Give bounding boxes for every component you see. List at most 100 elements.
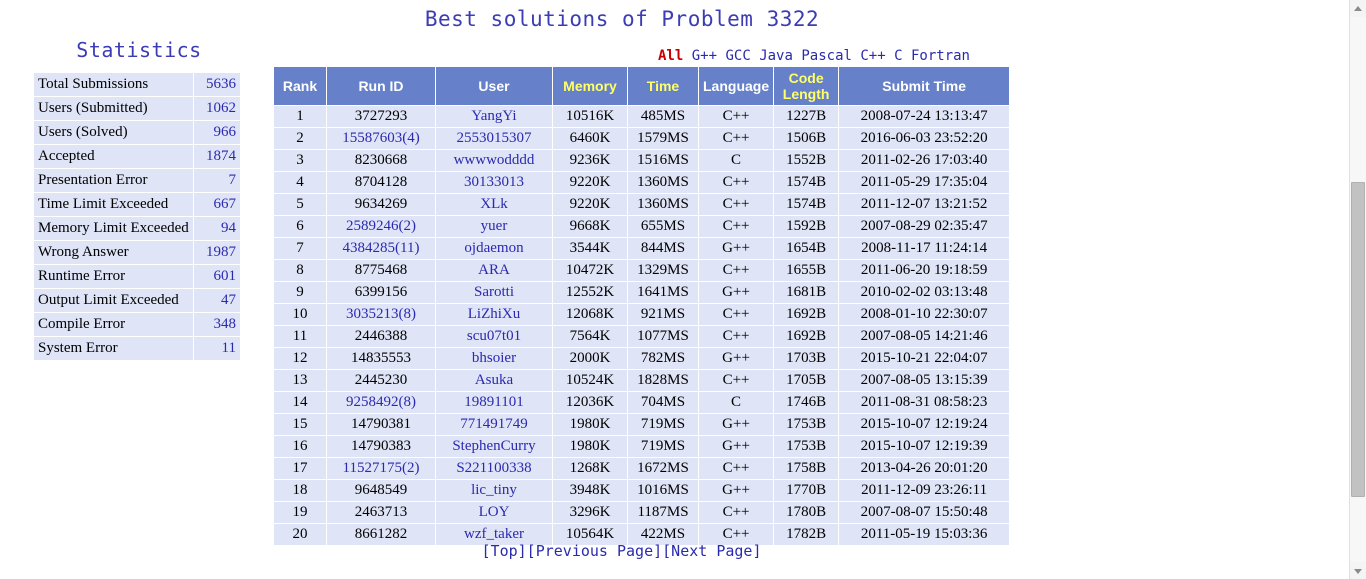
footer-link-previous-page[interactable]: [Previous Page] [527, 542, 662, 560]
column-header-rank[interactable]: Rank [274, 67, 326, 105]
user-link[interactable]: LOY [479, 504, 510, 520]
cell-user[interactable]: 30133013 [436, 172, 552, 193]
statistics-label: Wrong Answer [33, 240, 194, 265]
user-link[interactable]: StephenCurry [452, 438, 535, 454]
user-link[interactable]: 2553015307 [457, 130, 532, 146]
user-link[interactable]: 771491749 [460, 416, 528, 432]
user-link[interactable]: 19891101 [464, 394, 523, 410]
column-header-code-length[interactable]: Code Length [774, 67, 839, 105]
cell-user[interactable]: yuer [436, 216, 552, 237]
cell-user[interactable]: 2553015307 [436, 128, 552, 149]
cell-language: G++ [699, 480, 774, 501]
language-filter-option-fortran[interactable]: Fortran [911, 48, 970, 64]
column-header-submit-time[interactable]: Submit Time [839, 67, 1010, 105]
user-link[interactable]: 30133013 [464, 174, 524, 190]
cell-user[interactable]: LOY [436, 502, 552, 523]
user-link[interactable]: Asuka [475, 372, 513, 388]
user-link[interactable]: bhsoier [472, 350, 516, 366]
table-row: 9 6399156 Sarotti 12552K 1641MS G++ 1681B 2010-… [274, 282, 1010, 303]
cell-run-id[interactable]: 4384285(11) [327, 238, 435, 259]
cell-user[interactable]: XLk [436, 194, 552, 215]
column-header-user[interactable]: User [436, 67, 552, 105]
cell-memory: 10516K [553, 106, 627, 127]
cell-user[interactable]: Sarotti [436, 282, 552, 303]
cell-run-id[interactable]: 15587603(4) [327, 128, 435, 149]
scrollbar-track[interactable] [1350, 17, 1366, 562]
user-link[interactable]: ARA [478, 262, 510, 278]
cell-user[interactable]: Asuka [436, 370, 552, 391]
cell-run-id: 2445230 [327, 370, 435, 391]
cell-user[interactable]: S221100338 [436, 458, 552, 479]
language-filter-option-gcc[interactable]: GCC [725, 48, 750, 64]
cell-time: 1360MS [628, 172, 698, 193]
cell-time: 655MS [628, 216, 698, 237]
table-row: 7 4384285(11) ojdaemon 3544K 844MS G++ 1654B 20… [274, 238, 1010, 259]
run-id-link[interactable]: 9258492(8) [346, 394, 416, 410]
column-header-language[interactable]: Language [699, 67, 774, 105]
language-filter-option-c[interactable]: C [894, 48, 902, 64]
user-link[interactable]: lic_tiny [471, 482, 517, 498]
user-link[interactable]: ojdaemon [464, 240, 523, 256]
statistics-heading: Statistics [76, 38, 202, 62]
cell-user[interactable]: ARA [436, 260, 552, 281]
cell-memory: 9668K [553, 216, 627, 237]
scroll-up-arrow-icon[interactable] [1350, 0, 1366, 17]
cell-memory: 7564K [553, 326, 627, 347]
cell-rank: 2 [274, 128, 326, 149]
cell-user[interactable]: YangYi [436, 106, 552, 127]
user-link[interactable]: Sarotti [474, 284, 514, 300]
cell-user[interactable]: scu07t01 [436, 326, 552, 347]
user-link[interactable]: XLk [480, 196, 508, 212]
run-id-link[interactable]: 4384285(11) [343, 240, 420, 256]
language-filter-selected[interactable]: All [658, 48, 683, 64]
run-id-link[interactable]: 3035213(8) [346, 306, 416, 322]
cell-language: C++ [699, 370, 774, 391]
cell-user[interactable]: 771491749 [436, 414, 552, 435]
cell-user[interactable]: ojdaemon [436, 238, 552, 259]
cell-time: 844MS [628, 238, 698, 259]
footer-link-top[interactable]: [Top] [482, 542, 527, 560]
language-filter-option-java[interactable]: Java [759, 48, 793, 64]
user-link[interactable]: YangYi [471, 108, 516, 124]
language-filter-option-pascal[interactable]: Pascal [801, 48, 852, 64]
user-link[interactable]: S221100338 [456, 460, 531, 476]
cell-language: C++ [699, 128, 774, 149]
cell-user[interactable]: LiZhiXu [436, 304, 552, 325]
cell-time: 921MS [628, 304, 698, 325]
column-header-run-id[interactable]: Run ID [327, 67, 435, 105]
footer-link-next-page[interactable]: [Next Page] [662, 542, 761, 560]
user-link[interactable]: wwwwodddd [454, 152, 535, 168]
run-id-link[interactable]: 15587603(4) [342, 130, 420, 146]
user-link[interactable]: LiZhiXu [468, 306, 521, 322]
language-filter-option-cpp[interactable]: C++ [860, 48, 885, 64]
cell-user[interactable]: wwwwodddd [436, 150, 552, 171]
run-id-link[interactable]: 11527175(2) [343, 460, 420, 476]
statistics-row: System Error 11 [33, 336, 242, 361]
scrollbar-thumb[interactable] [1351, 182, 1365, 497]
footer-navigation[interactable]: [Top][Previous Page][Next Page] [273, 542, 970, 560]
user-link[interactable]: yuer [481, 218, 508, 234]
user-link[interactable]: wzf_taker [464, 526, 524, 542]
language-filter-option-gpp[interactable]: G++ [692, 48, 717, 64]
cell-user[interactable]: bhsoier [436, 348, 552, 369]
column-header-time[interactable]: Time [628, 67, 698, 105]
user-link[interactable]: scu07t01 [467, 328, 521, 344]
column-header-memory[interactable]: Memory [553, 67, 627, 105]
cell-memory: 12068K [553, 304, 627, 325]
cell-user[interactable]: 19891101 [436, 392, 552, 413]
run-id-link[interactable]: 2589246(2) [346, 218, 416, 234]
cell-submit-time: 2011-05-29 17:35:04 [839, 172, 1010, 193]
cell-run-id[interactable]: 2589246(2) [327, 216, 435, 237]
cell-run-id[interactable]: 11527175(2) [327, 458, 435, 479]
cell-run-id[interactable]: 3035213(8) [327, 304, 435, 325]
cell-user[interactable]: StephenCurry [436, 436, 552, 457]
cell-time: 1187MS [628, 502, 698, 523]
cell-submit-time: 2011-02-26 17:03:40 [839, 150, 1010, 171]
cell-user[interactable]: lic_tiny [436, 480, 552, 501]
cell-run-id[interactable]: 9258492(8) [327, 392, 435, 413]
vertical-scrollbar[interactable] [1349, 0, 1366, 579]
scroll-down-arrow-icon[interactable] [1350, 562, 1366, 579]
language-filter[interactable]: All G++ GCC Java Pascal C++ C Fortran [273, 48, 970, 64]
cell-run-id: 9648549 [327, 480, 435, 501]
cell-memory: 1980K [553, 436, 627, 457]
